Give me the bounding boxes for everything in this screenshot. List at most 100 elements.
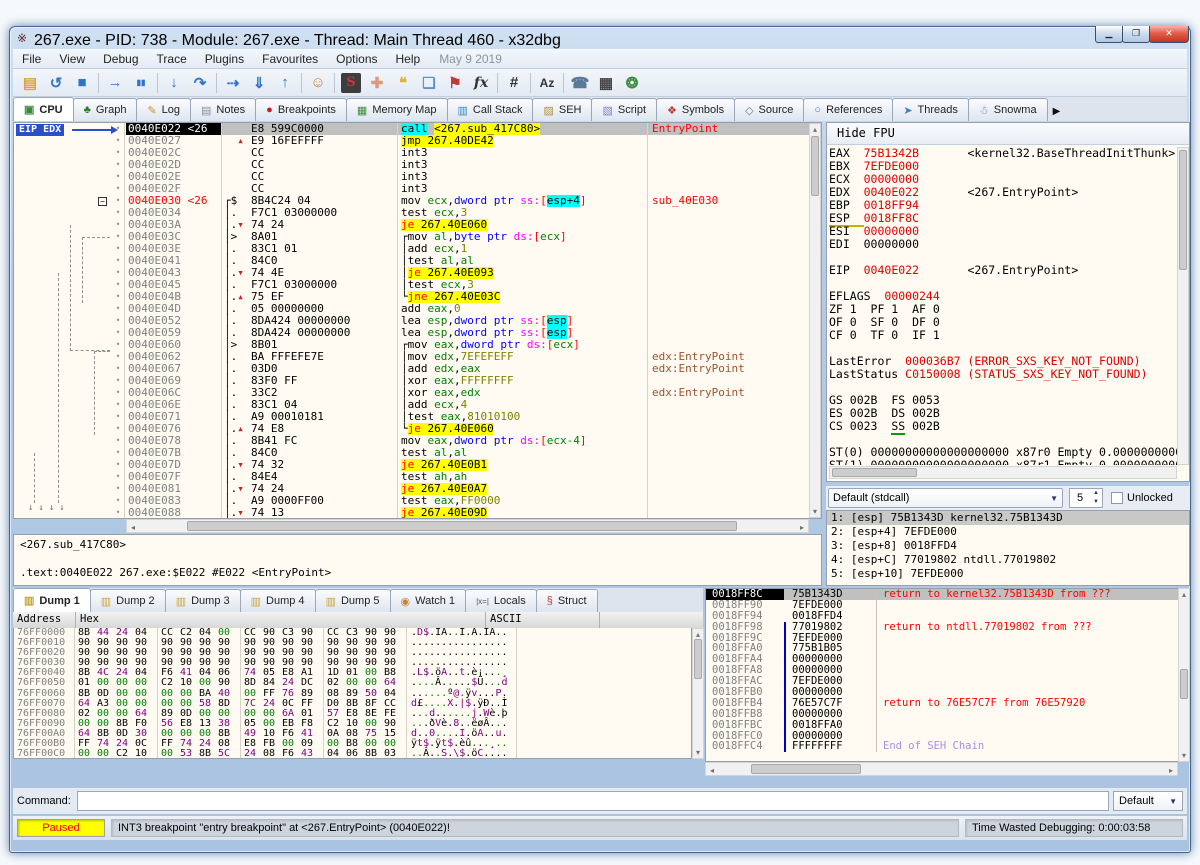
stack-row[interactable]: 0018FFC4FFFFFFFFEnd of SEH Chain <box>706 741 1189 752</box>
stack-row[interactable]: 0018FF9C7EFDE000 <box>706 633 1189 644</box>
stack-row[interactable]: 0018FF9877019802return to ntdll.77019802… <box>706 622 1189 633</box>
tab-source[interactable]: ◇Source <box>734 98 804 121</box>
menu-item-debug[interactable]: Debug <box>94 50 147 68</box>
tab-threads[interactable]: ➤Threads <box>892 98 969 121</box>
registers-hscrollbar[interactable] <box>829 466 1177 479</box>
tab-notes[interactable]: ▤Notes <box>190 98 256 121</box>
execute-till-return-icon[interactable]: ↑ <box>272 71 298 95</box>
tab-graph[interactable]: ♣Graph <box>73 98 138 121</box>
registers-text[interactable]: EAX 75B1342B <kernel32.BaseThreadInitThu… <box>829 147 1177 465</box>
phone-icon[interactable]: ☎ <box>567 71 593 95</box>
registers-vscrollbar[interactable] <box>1177 147 1189 465</box>
close-button[interactable]: ✕ <box>1149 26 1189 43</box>
disasm-instruction: │add ecx,4 <box>397 399 647 411</box>
tab-symbols[interactable]: ❖Symbols <box>656 98 735 121</box>
menu-item-trace[interactable]: Trace <box>148 50 196 68</box>
stack-row[interactable]: 0018FFA800000000 <box>706 665 1189 676</box>
stepper-arrows-icon[interactable]: ▲▼ <box>1090 489 1102 507</box>
tab-call-stack[interactable]: ▥Call Stack <box>447 98 534 121</box>
stack-row[interactable]: 0018FFAC7EFDE000 <box>706 676 1189 687</box>
stack-row[interactable]: 0018FFA0775B1B05 <box>706 643 1189 654</box>
instr-token: add <box>408 243 435 255</box>
menu-item-help[interactable]: Help <box>387 50 430 68</box>
tab-script[interactable]: ▧Script <box>591 98 657 121</box>
tab-watch-1[interactable]: ◉Watch 1 <box>390 589 467 612</box>
arg-count-stepper[interactable]: 5 ▲▼ <box>1069 488 1103 508</box>
stack-row[interactable]: 0018FFB476E57C7Freturn to 76E57C7F from … <box>706 698 1189 709</box>
stack-vscrollbar[interactable]: ▴▾ <box>1178 588 1190 762</box>
restart-icon[interactable]: ↺ <box>43 71 69 95</box>
command-input[interactable] <box>77 791 1109 811</box>
calculator-icon[interactable]: ▦ <box>593 71 619 95</box>
menu-item-options[interactable]: Options <box>327 50 386 68</box>
arg-row[interactable]: 5: [esp+10] 7EFDE000 <box>827 567 1189 581</box>
comment-icon[interactable]: ❝ <box>390 71 416 95</box>
tab-memory-map[interactable]: ▦Memory Map <box>346 98 448 121</box>
tab-seh[interactable]: ▨SEH <box>532 98 592 121</box>
dump-col-hex[interactable]: Hex <box>76 612 486 628</box>
tab-dump-1[interactable]: ▥Dump 1 <box>13 588 91 612</box>
tab-dump-4[interactable]: ▥Dump 4 <box>240 589 316 612</box>
case-az-icon[interactable]: Az <box>534 71 560 95</box>
label-icon[interactable]: ❏ <box>416 71 442 95</box>
patch-icon[interactable]: ✚ <box>364 71 390 95</box>
tab-dump-2[interactable]: ▥Dump 2 <box>90 589 166 612</box>
instr-token: ecx <box>434 207 454 219</box>
breakpoint-dots[interactable]: ••••••••••••••••••••••••••••••••• <box>113 123 123 518</box>
script-s-icon[interactable]: S <box>338 71 364 95</box>
function-fx-icon[interactable]: fx <box>468 71 494 95</box>
step-out-icon[interactable]: ⇓ <box>246 71 272 95</box>
hash-icon[interactable]: # <box>501 71 527 95</box>
dump-col-address[interactable]: Address <box>13 612 76 628</box>
tab-references[interactable]: ○References <box>803 98 893 121</box>
tab-dump-5[interactable]: ▥Dump 5 <box>315 589 391 612</box>
stack-row[interactable]: 0018FFBC0018FFA0 <box>706 720 1189 731</box>
step-into-icon[interactable]: ↓ <box>161 71 187 95</box>
arg-row[interactable]: 4: [esp+C] 77019802 ntdll.77019802 <box>827 553 1189 567</box>
open-folder-icon[interactable]: ▤ <box>17 71 43 95</box>
menu-item-favourites[interactable]: Favourites <box>253 50 327 68</box>
instr-token: esp <box>428 315 448 327</box>
tab-log[interactable]: ✎Log <box>136 98 191 121</box>
globe-icon[interactable]: ❂ <box>619 71 645 95</box>
stack-row[interactable]: 0018FF8C75B1343Dreturn to kernel32.75B13… <box>706 589 1189 600</box>
tab-snowma[interactable]: ☃Snowma <box>968 98 1048 121</box>
disasm-hscrollbar[interactable]: ◂▸ <box>126 519 809 533</box>
menu-item-file[interactable]: File <box>13 50 50 68</box>
step-over-icon[interactable]: ↷ <box>187 71 213 95</box>
maximize-button[interactable]: ❐ <box>1122 26 1150 43</box>
instr-token: xor <box>408 375 435 387</box>
stop-icon[interactable]: ■ <box>69 71 95 95</box>
menu-item-view[interactable]: View <box>50 50 94 68</box>
stack-row[interactable]: 0018FF907EFDE000 <box>706 600 1189 611</box>
tab-cpu[interactable]: ▣CPU <box>13 97 74 121</box>
arg-row[interactable]: 3: [esp+8] 0018FFD4 <box>827 539 1189 553</box>
disasm-row[interactable]: 0040E088│.▾74 13je 267.40E09D <box>126 507 810 518</box>
dump-col-ascii[interactable]: ASCII <box>486 612 600 628</box>
arg-row[interactable]: 1: [esp] 75B1343D kernel32.75B1343D <box>827 511 1189 525</box>
run-to-selection-icon[interactable]: ⇢ <box>220 71 246 95</box>
command-mode-select[interactable]: Default ▼ <box>1113 791 1183 811</box>
run-icon[interactable]: → <box>102 71 128 95</box>
minimize-button[interactable]: ▁ <box>1095 26 1123 43</box>
bookmark-icon[interactable]: ⚑ <box>442 71 468 95</box>
stack-row[interactable]: 0018FFA400000000 <box>706 654 1189 665</box>
tab-dump-3[interactable]: ▥Dump 3 <box>165 589 241 612</box>
collapse-function-toggle[interactable]: − <box>98 197 107 206</box>
pause-icon[interactable]: ▮▮ <box>128 71 154 95</box>
stack-hscrollbar[interactable]: ◂▸ <box>705 762 1178 776</box>
dump-vscrollbar[interactable]: ▴▾ <box>692 628 704 759</box>
hide-fpu-button[interactable]: Hide FPU <box>827 123 1189 145</box>
calling-convention-select[interactable]: Default (stdcall)▼ <box>828 488 1063 508</box>
arg-row[interactable]: 2: [esp+4] 7EFDE000 <box>827 525 1189 539</box>
tab-locals[interactable]: |x=|Locals <box>465 589 537 612</box>
disasm-vscrollbar[interactable]: ▴▾ <box>809 123 821 518</box>
run-to-user-code-icon[interactable]: ☺ <box>305 71 331 95</box>
menu-item-plugins[interactable]: Plugins <box>196 50 253 68</box>
tab-struct[interactable]: §Struct <box>536 589 598 612</box>
tab-overflow-arrow-icon[interactable]: ▶ <box>1049 102 1065 121</box>
tab-breakpoints[interactable]: ●Breakpoints <box>255 98 347 121</box>
dump-row[interactable]: 76FF00C00000C21000538B5C2408F64304068B03… <box>14 749 691 759</box>
stack-row[interactable]: 0018FFB800000000 <box>706 709 1189 720</box>
unlocked-checkbox[interactable]: Unlocked <box>1111 492 1173 504</box>
